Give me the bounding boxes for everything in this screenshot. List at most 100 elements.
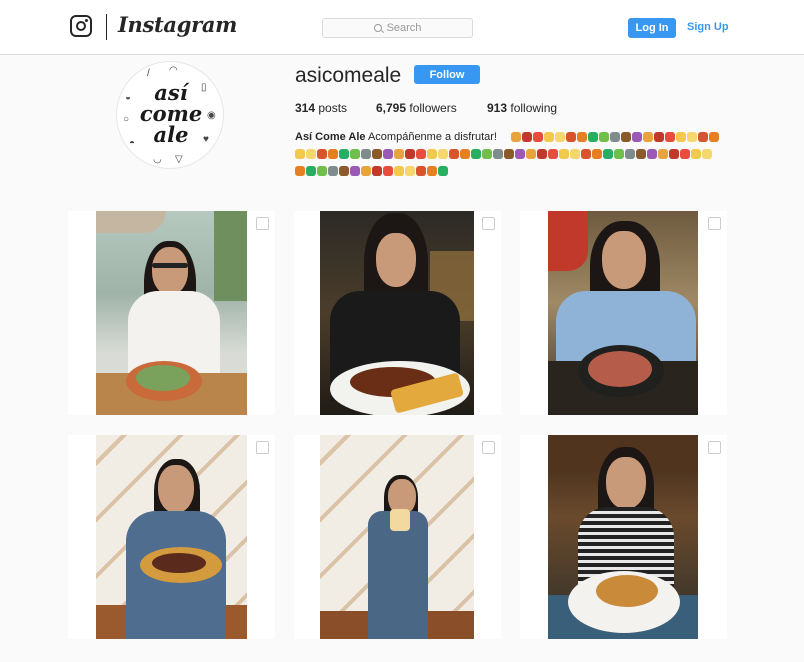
emoji-chip [427,149,437,159]
emoji-chip [544,132,554,142]
emoji-chip [482,149,492,159]
emoji-chip [632,132,642,142]
emoji-chip [665,132,675,142]
emoji-chip [306,166,316,176]
emoji-chip [526,149,536,159]
post-tile[interactable] [294,211,501,415]
signup-link[interactable]: Sign Up [687,21,729,33]
post-photo[interactable] [320,435,474,639]
emoji-chip [676,132,686,142]
select-checkbox[interactable] [708,441,721,454]
emoji-chip [687,132,697,142]
emoji-chip [328,166,338,176]
post-photo[interactable] [96,211,247,415]
post-photo[interactable] [96,435,247,639]
emoji-chip [493,149,503,159]
followers-count[interactable]: 6,795 followers [376,101,457,115]
emoji-chip [625,149,635,159]
emoji-chip [317,149,327,159]
emoji-chip [599,132,609,142]
emoji-chip [698,132,708,142]
emoji-chip [295,149,305,159]
emoji-chip [427,166,437,176]
emoji-chip [449,149,459,159]
following-count[interactable]: 913 following [487,101,557,115]
emoji-chip [614,149,624,159]
post-tile[interactable] [68,211,275,415]
emoji-chip [394,166,404,176]
emoji-chip [570,149,580,159]
emoji-chip [361,149,371,159]
emoji-chip [416,149,426,159]
emoji-chip [577,132,587,142]
emoji-chip [592,149,602,159]
emoji-chip [328,149,338,159]
emoji-chip [522,132,532,142]
emoji-chip [306,149,316,159]
post-tile[interactable] [520,211,727,415]
follow-button[interactable]: Follow [414,65,480,84]
post-photo[interactable] [548,435,698,639]
select-checkbox[interactable] [708,217,721,230]
login-button[interactable]: Log In [628,18,676,38]
emoji-chip [581,149,591,159]
profile-avatar[interactable]: así come ale / ◠ ▯ ◒ ○ ◉ ◓ ♥ ◡ ▽ [116,61,224,169]
bio-text: Acompáñenme a disfrutar! [367,131,497,143]
emoji-chip [405,149,415,159]
emoji-chip [555,132,565,142]
post-photo[interactable] [548,211,698,415]
emoji-chip [339,166,349,176]
emoji-chip [680,149,690,159]
post-tile[interactable] [294,435,501,639]
emoji-chip [438,149,448,159]
search-placeholder: Search [386,22,422,34]
post-tile[interactable] [68,435,275,639]
emoji-chip [647,149,657,159]
posts-count: 314 posts [295,101,348,115]
bio-emoji-row [295,166,457,177]
emoji-chip [372,149,382,159]
emoji-chip [394,149,404,159]
emoji-chip [350,149,360,159]
post-photo[interactable] [320,211,474,415]
emoji-chip [383,149,393,159]
post-tile[interactable] [520,435,727,639]
emoji-chip [621,132,631,142]
emoji-chip [566,132,576,142]
emoji-chip [548,149,558,159]
emoji-chip [702,149,712,159]
emoji-chip [588,132,598,142]
emoji-chip [361,166,371,176]
select-checkbox[interactable] [256,217,269,230]
bio-name: Así Come Ale [295,131,366,143]
emoji-chip [559,149,569,159]
emoji-chip [372,166,382,176]
emoji-chip [691,149,701,159]
emoji-chip [709,132,719,142]
emoji-chip [511,132,521,142]
emoji-chip [537,149,547,159]
emoji-chip [339,149,349,159]
top-nav: Instagram Search Log In Sign Up [0,0,804,55]
search-icon [373,24,382,32]
emoji-chip [471,149,481,159]
instagram-wordmark[interactable]: Instagram [118,12,237,37]
emoji-chip [533,132,543,142]
emoji-chip [504,149,514,159]
emoji-chip [603,149,613,159]
emoji-chip [658,149,668,159]
select-checkbox[interactable] [482,217,495,230]
emoji-chip [317,166,327,176]
emoji-chip [438,166,448,176]
select-checkbox[interactable] [482,441,495,454]
instagram-camera-icon[interactable] [70,15,92,37]
select-checkbox[interactable] [256,441,269,454]
search-input[interactable]: Search [322,18,473,38]
emoji-chip [610,132,620,142]
emoji-chip [405,166,415,176]
emoji-chip [636,149,646,159]
emoji-chip [643,132,653,142]
emoji-chip [515,149,525,159]
nav-divider [106,14,107,40]
emoji-chip [416,166,426,176]
